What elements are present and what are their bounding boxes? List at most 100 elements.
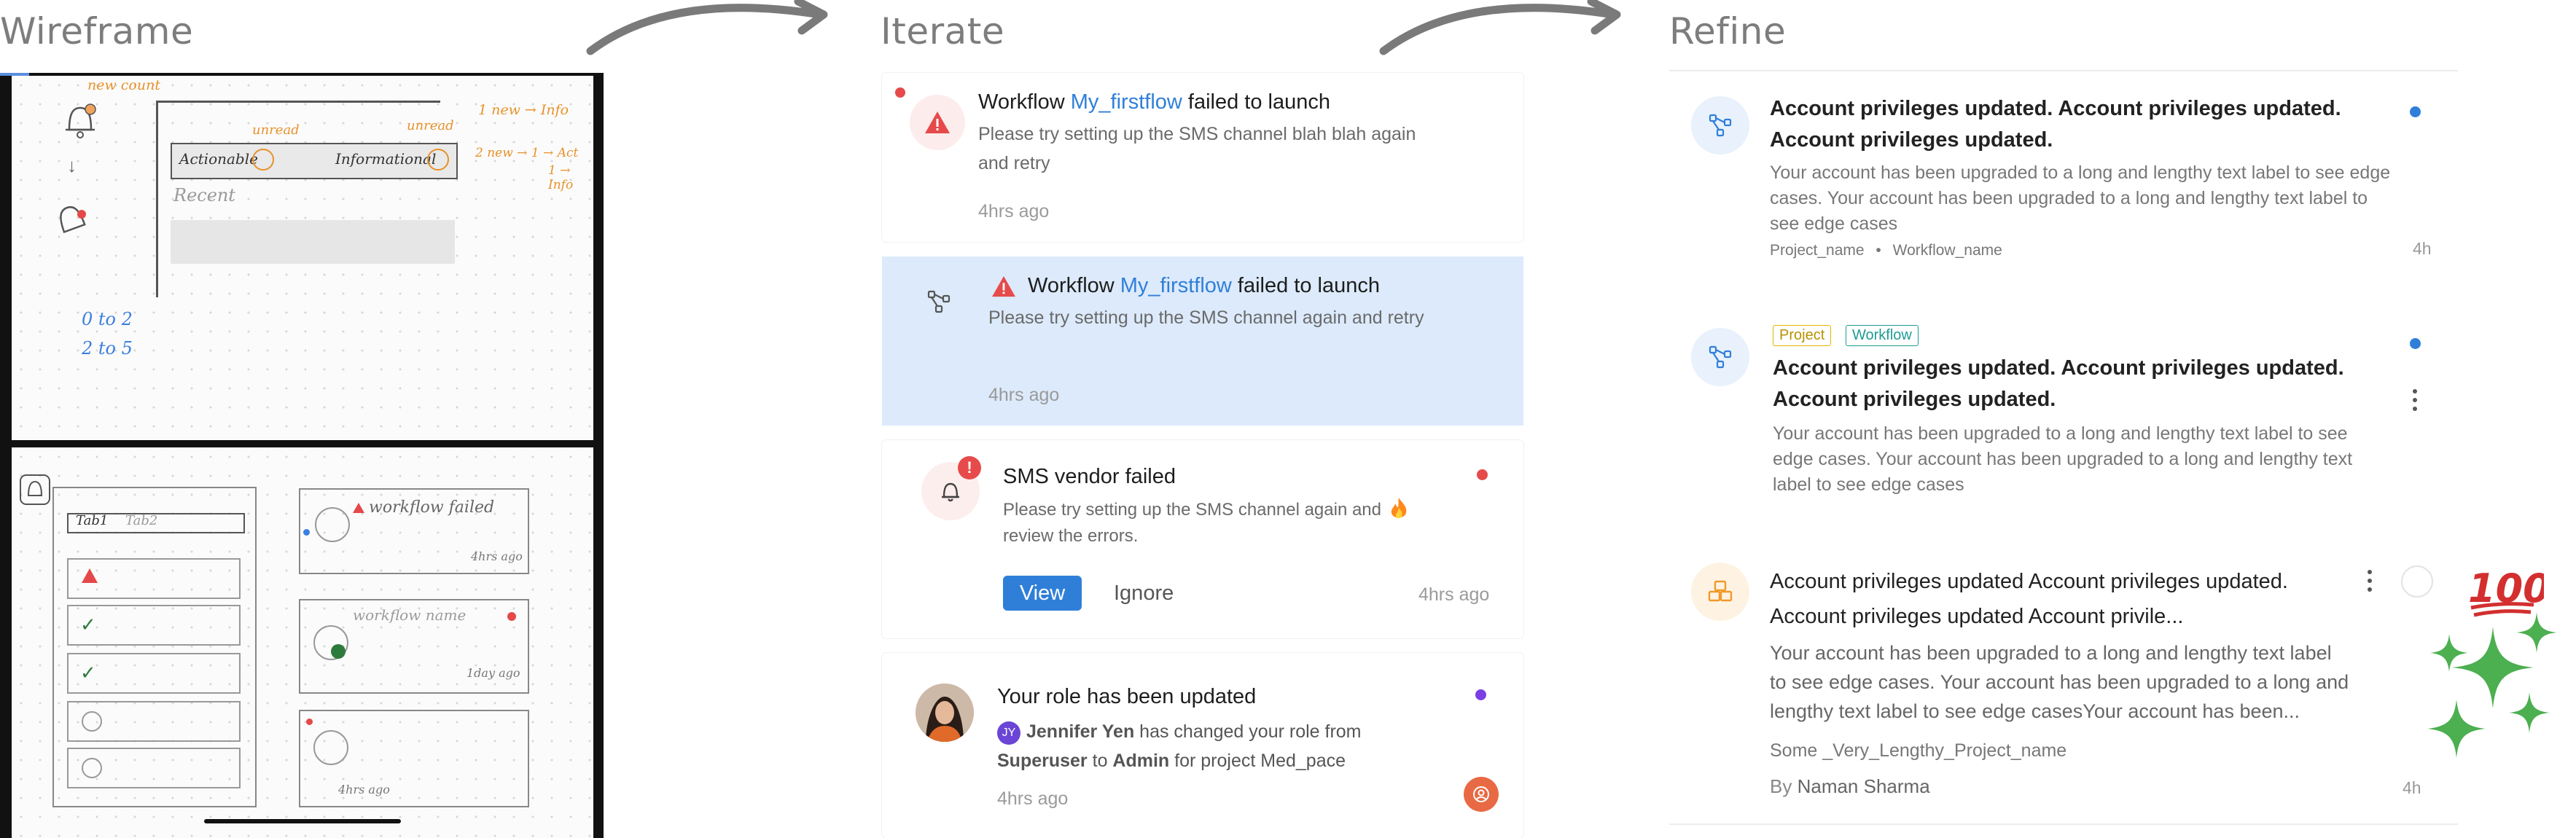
sketch-frame-top [156,101,440,103]
sketch-range-1: 0 to 2 [82,309,133,329]
new-count-note: new count [87,77,160,93]
to-role: Admin [1112,751,1170,771]
workflow-tag[interactable]: Workflow [1846,325,1919,346]
sketch-workflow-failed: workflow failed [369,498,495,517]
wireframe-section-title: Wireframe [0,10,194,52]
sketch-check-badge [331,644,346,659]
sketch-check-icon: ✓ [80,614,96,635]
sketch-unread-dot [303,529,310,536]
notification-time: 4hrs ago [978,201,1050,222]
notification-title: Account privileges updated. Account priv… [1773,356,2344,411]
wireframe-bottom-panel: Tab1 Tab2 ✓ ✓ workflow failed 4hrs ago w… [12,447,593,838]
notification-title: Workflow My_firstflow failed to launch [1028,274,1380,298]
sketch-time-2: 1day ago [467,666,520,680]
sketch-tab2: Tab2 [125,513,158,528]
notification-body: Jennifer Yen has changed your role from … [997,717,1449,775]
curved-arrow-icon [1379,0,1621,55]
to-word: to [1087,751,1113,771]
sparkles-icon [2427,612,2557,758]
notification-body: Your account has been upgraded to a long… [1770,642,2349,722]
author-line: By Naman Sharma [1770,775,1930,798]
notification-title: Workflow My_firstflow failed to launch [978,90,1330,114]
unread-right-note: unread [407,118,454,133]
more-options-icon[interactable] [2368,570,2372,596]
sketch-avatar [315,507,350,542]
by-prefix: By [1770,775,1798,797]
bell-sketch-icon [60,205,86,234]
sketch-tab-actionable: Actionable [179,150,258,168]
notification-time: 4h [2403,778,2421,797]
sketch-range-2: 2 to 5 [82,338,133,359]
iterate-notification-card-3[interactable]: ! SMS vendor failed Please try setting u… [882,440,1523,638]
notification-time: 4h [2413,239,2432,258]
view-button[interactable]: View [1003,576,1082,611]
more-options-icon[interactable] [2413,389,2417,415]
notification-time: 4hrs ago [1418,584,1490,605]
sketch-red-dot [306,718,313,725]
unread-left-note: unread [252,122,300,138]
actor-name[interactable]: Jennifer Yen [1026,721,1134,742]
workflow-link[interactable]: My_firstflow [1071,90,1182,114]
sketch-red-triangle-icon [82,568,98,583]
ignore-button[interactable]: Ignore [1114,581,1174,606]
notification-body: Your account has been upgraded to a long… [1770,162,2391,234]
refine-notification-card-3[interactable]: Account privileges updated Account privi… [1669,547,2458,809]
sketch-badge-left [252,149,274,171]
sketch-recent-label: Recent [173,185,236,205]
iterate-notification-card-1[interactable]: Workflow My_firstflow failed to launch P… [882,73,1523,242]
sketch-red-dot [507,612,516,621]
warning-triangle-icon [992,275,1015,297]
unread-dot [2410,338,2421,349]
iterate-section-title: Iterate [881,10,1005,52]
iterate-notification-card-2[interactable]: Workflow My_firstflow failed to launch P… [882,257,1523,426]
sketch-circle-icon [82,758,102,778]
refine-notification-card-1[interactable]: Account privileges updated. Account priv… [1669,73,2458,291]
curved-arrow-icon [586,0,828,55]
notification-body: Please try setting up the SMS channel ag… [988,308,1424,328]
project-name[interactable]: Some _Very_Lengthy_Project_name [1770,740,2066,761]
project-name[interactable]: Project_name [1770,242,1865,259]
bell-sketch-icon [20,474,50,505]
project-tag[interactable]: Project [1773,325,1832,346]
notification-body-text: Please try setting up the SMS channel ag… [1003,500,1381,546]
package-icon-circle [1691,563,1749,621]
notification-body: Please try setting up the SMS channel bl… [978,124,1416,173]
bell-sketch-icon [66,103,96,138]
warning-triangle-icon [925,111,950,133]
mark-read-circle[interactable] [2401,565,2433,598]
alert-icon-circle [910,95,965,150]
sketch-tab1: Tab1 [76,513,109,528]
refine-notification-card-2[interactable]: Project Workflow Account privileges upda… [1669,306,2458,525]
workflow-link[interactable]: My_firstflow [1120,274,1232,297]
sketch-note-2: 2 new → 1 → Act [475,146,579,160]
bell-icon [942,482,959,502]
title-suffix: failed to launch [1182,90,1330,114]
title-prefix: Workflow [978,90,1071,114]
title-prefix: Workflow [1028,274,1120,297]
author-name[interactable]: Naman Sharma [1798,775,1930,797]
notification-time: 4hrs ago [997,788,1069,809]
sketch-time-1: 4hrs ago [471,549,523,563]
package-icon [1708,580,1733,602]
notification-time: 4hrs ago [988,385,1060,405]
workflow-name[interactable]: Workflow_name [1893,242,2002,259]
user-action-icon[interactable] [1464,777,1499,812]
sketch-avatar [313,730,348,765]
sketch-badge-right [427,149,449,171]
body-mid: has changed your role from [1134,721,1362,742]
refine-top-divider [1669,70,2458,71]
iterate-notification-card-4[interactable]: Your role has been updated JY Jennifer Y… [882,653,1523,838]
sketch-note-1: 1 new → Info [478,102,569,118]
refine-section-title: Refine [1669,10,1787,52]
refine-bottom-divider [1669,823,2458,825]
unread-dot [895,87,905,98]
sketch-frame-left [156,101,158,297]
fire-emoji [1389,497,1408,520]
hundred-points-emoji: 100 [2468,565,2544,617]
sketch-red-triangle-icon [353,503,364,513]
sketch-time-3: 4hrs ago [338,783,390,796]
body-end: for project Med_pace [1169,751,1346,771]
sketch-recent-row [171,220,455,264]
notification-title: Your role has been updated [997,685,1257,708]
sketch-workflow-name: workflow name [353,606,467,624]
